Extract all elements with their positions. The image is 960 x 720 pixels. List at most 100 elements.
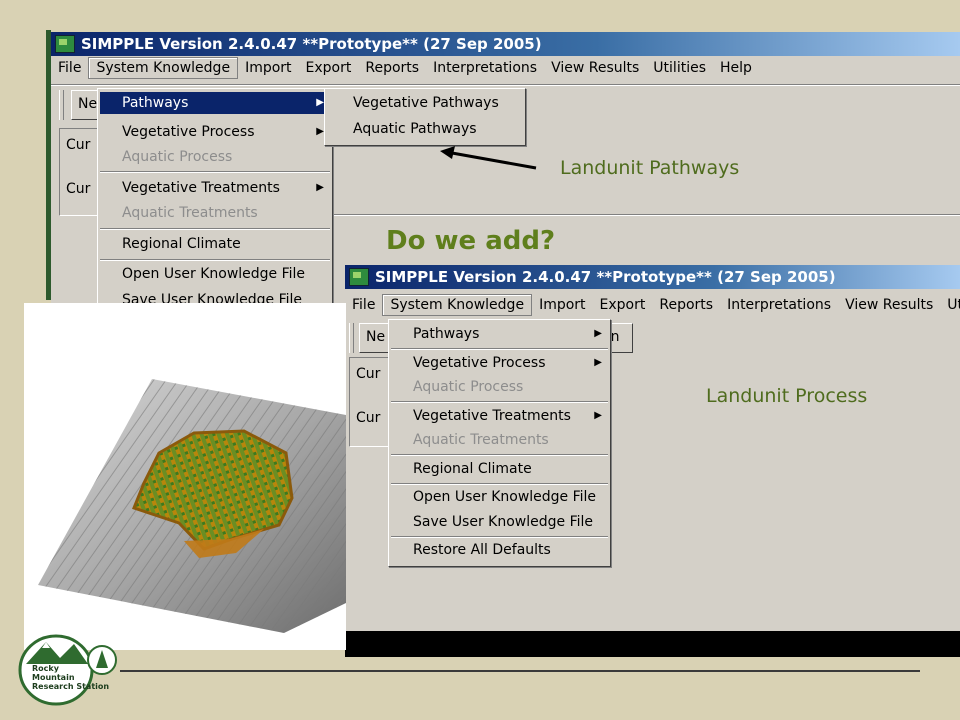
menu-separator [391, 536, 608, 538]
menu-item-vegetative-treatments[interactable]: Vegetative Treatments ▶ [391, 405, 608, 427]
pathways-submenu: Vegetative Pathways Aquatic Pathways [324, 88, 526, 146]
menu-separator [391, 348, 608, 350]
current-label-2: Cur [66, 181, 91, 197]
menu-item-regional-climate-label: Regional Climate [122, 236, 241, 252]
toolbar-grip [59, 90, 64, 120]
menu-item-vegetative-treatments[interactable]: Vegetative Treatments ▶ [100, 177, 330, 199]
menu-interpretations[interactable]: Interpretations [426, 56, 544, 80]
toolbar-grip [349, 323, 354, 353]
menu-item-open-user-knowledge[interactable]: Open User Knowledge File [100, 263, 330, 285]
menu-export[interactable]: Export [593, 293, 653, 317]
menu-item-vegetative-treatments-label: Vegetative Treatments [122, 180, 280, 196]
menu-export[interactable]: Export [299, 56, 359, 80]
menu-separator [100, 228, 330, 230]
menu-help[interactable]: Help [713, 56, 759, 80]
submenu-arrow-icon: ▶ [316, 182, 324, 193]
menu-item-pathways[interactable]: Pathways ▶ [391, 323, 608, 345]
menu-separator [391, 483, 608, 485]
content-divider [331, 214, 960, 216]
menu-item-vegetative-treatments-label: Vegetative Treatments [413, 408, 571, 424]
slide: SIMPPLE Version 2.4.0.47 **Prototype** (… [0, 0, 960, 720]
menu-separator [100, 171, 330, 173]
menu-item-regional-climate-label: Regional Climate [413, 461, 532, 477]
terrain-render [38, 379, 346, 633]
menu-item-vegetative-process-label: Vegetative Process [413, 355, 546, 371]
window-title: SIMPPLE Version 2.4.0.47 **Prototype** (… [375, 268, 836, 286]
window-title: SIMPPLE Version 2.4.0.47 **Prototype** (… [81, 35, 542, 53]
new-button-label: Ne [78, 96, 98, 112]
status-strip [345, 631, 960, 657]
simpple-app-icon [349, 268, 369, 286]
menu-item-pathways-label: Pathways [122, 95, 189, 111]
menu-item-open-user-knowledge-label: Open User Knowledge File [122, 266, 306, 282]
menu-separator [391, 401, 608, 403]
submenu-arrow-icon: ▶ [594, 410, 602, 421]
terrain-3d-image [24, 303, 346, 650]
menu-item-vegetative-process[interactable]: Vegetative Process ▶ [391, 352, 608, 374]
menu-import[interactable]: Import [238, 56, 298, 80]
menu-item-restore-defaults-label: Restore All Defaults [413, 542, 551, 558]
menu-item-aquatic-treatments-label: Aquatic Treatments [413, 432, 549, 448]
menu-item-aquatic-treatments: Aquatic Treatments [391, 429, 608, 451]
menu-system-knowledge[interactable]: System Knowledge [88, 57, 239, 79]
menu-bar: File System Knowledge Import Export Reports I… [51, 56, 960, 80]
new-button[interactable]: Ne [359, 323, 391, 353]
submenu-arrow-icon: ▶ [316, 97, 324, 108]
menu-item-aquatic-process-label: Aquatic Process [122, 149, 233, 165]
menu-item-aquatic-process: Aquatic Process [100, 146, 330, 168]
menu-item-restore-defaults[interactable]: Restore All Defaults [391, 539, 608, 561]
menu-item-pathways-label: Pathways [413, 326, 480, 342]
menu-item-aquatic-pathways[interactable]: Aquatic Pathways [327, 118, 523, 140]
menu-separator [391, 454, 608, 456]
menu-reports[interactable]: Reports [652, 293, 720, 317]
callout-landunit-process: Landunit Process [706, 385, 868, 407]
menu-view-results[interactable]: View Results [544, 56, 646, 80]
current-label-1: Cur [356, 366, 381, 382]
submenu-arrow-icon: ▶ [594, 357, 602, 368]
menu-item-open-user-knowledge[interactable]: Open User Knowledge File [391, 486, 608, 508]
menu-item-vegetative-pathways-label: Vegetative Pathways [353, 95, 499, 111]
logo-line-1: Rocky [32, 664, 59, 673]
system-knowledge-menu-top: Pathways ▶ Vegetative Process ▶ Aquatic Pr… [97, 88, 333, 308]
footer-rule [120, 670, 920, 672]
question-heading: Do we add? [386, 226, 556, 256]
submenu-arrow-icon: ▶ [594, 328, 602, 339]
menu-item-vegetative-process[interactable]: Vegetative Process ▶ [100, 121, 330, 143]
menu-item-regional-climate[interactable]: Regional Climate [391, 458, 608, 480]
menu-item-vegetative-pathways[interactable]: Vegetative Pathways [327, 92, 523, 114]
menu-item-save-user-knowledge-label: Save User Knowledge File [413, 514, 594, 530]
menu-item-save-user-knowledge[interactable]: Save User Knowledge File [391, 511, 608, 533]
logo-line-3: Research Station [32, 682, 110, 691]
menu-utilities[interactable]: Utiliti [940, 293, 960, 317]
simpple-app-icon [55, 35, 75, 53]
menu-system-knowledge[interactable]: System Knowledge [382, 294, 533, 316]
menu-item-regional-climate[interactable]: Regional Climate [100, 233, 330, 255]
menu-item-aquatic-treatments-label: Aquatic Treatments [122, 205, 258, 221]
logo-line-2: Mountain [32, 673, 75, 682]
menu-utilities[interactable]: Utilities [646, 56, 713, 80]
current-label-2: Cur [356, 410, 381, 426]
current-label-1: Cur [66, 137, 91, 153]
menu-bar: File System Knowledge Import Export Reports I… [345, 293, 960, 317]
menu-view-results[interactable]: View Results [838, 293, 940, 317]
title-bar: SIMPPLE Version 2.4.0.47 **Prototype** (… [345, 265, 960, 289]
menu-interpretations[interactable]: Interpretations [720, 293, 838, 317]
menu-item-aquatic-pathways-label: Aquatic Pathways [353, 121, 477, 137]
callout-landunit-pathways: Landunit Pathways [560, 157, 740, 179]
menu-reports[interactable]: Reports [358, 56, 426, 80]
submenu-arrow-icon: ▶ [316, 126, 324, 137]
toolbar-divider [51, 84, 960, 86]
rocky-mountain-research-station-logo: Rocky Mountain Research Station [16, 630, 120, 706]
menu-file[interactable]: File [51, 56, 88, 80]
menu-import[interactable]: Import [532, 293, 592, 317]
title-bar: SIMPPLE Version 2.4.0.47 **Prototype** (… [51, 32, 960, 56]
menu-item-aquatic-treatments: Aquatic Treatments [100, 202, 330, 224]
menu-item-pathways[interactable]: Pathways ▶ [100, 92, 330, 114]
system-knowledge-menu-bottom: Pathways ▶ Vegetative Process ▶ Aquatic Pr… [388, 319, 611, 567]
menu-item-aquatic-process-label: Aquatic Process [413, 379, 524, 395]
menu-item-open-user-knowledge-label: Open User Knowledge File [413, 489, 597, 505]
menu-file[interactable]: File [345, 293, 382, 317]
new-button-label: Ne [366, 329, 386, 345]
menu-item-aquatic-process: Aquatic Process [391, 376, 608, 398]
menu-separator [100, 259, 330, 261]
